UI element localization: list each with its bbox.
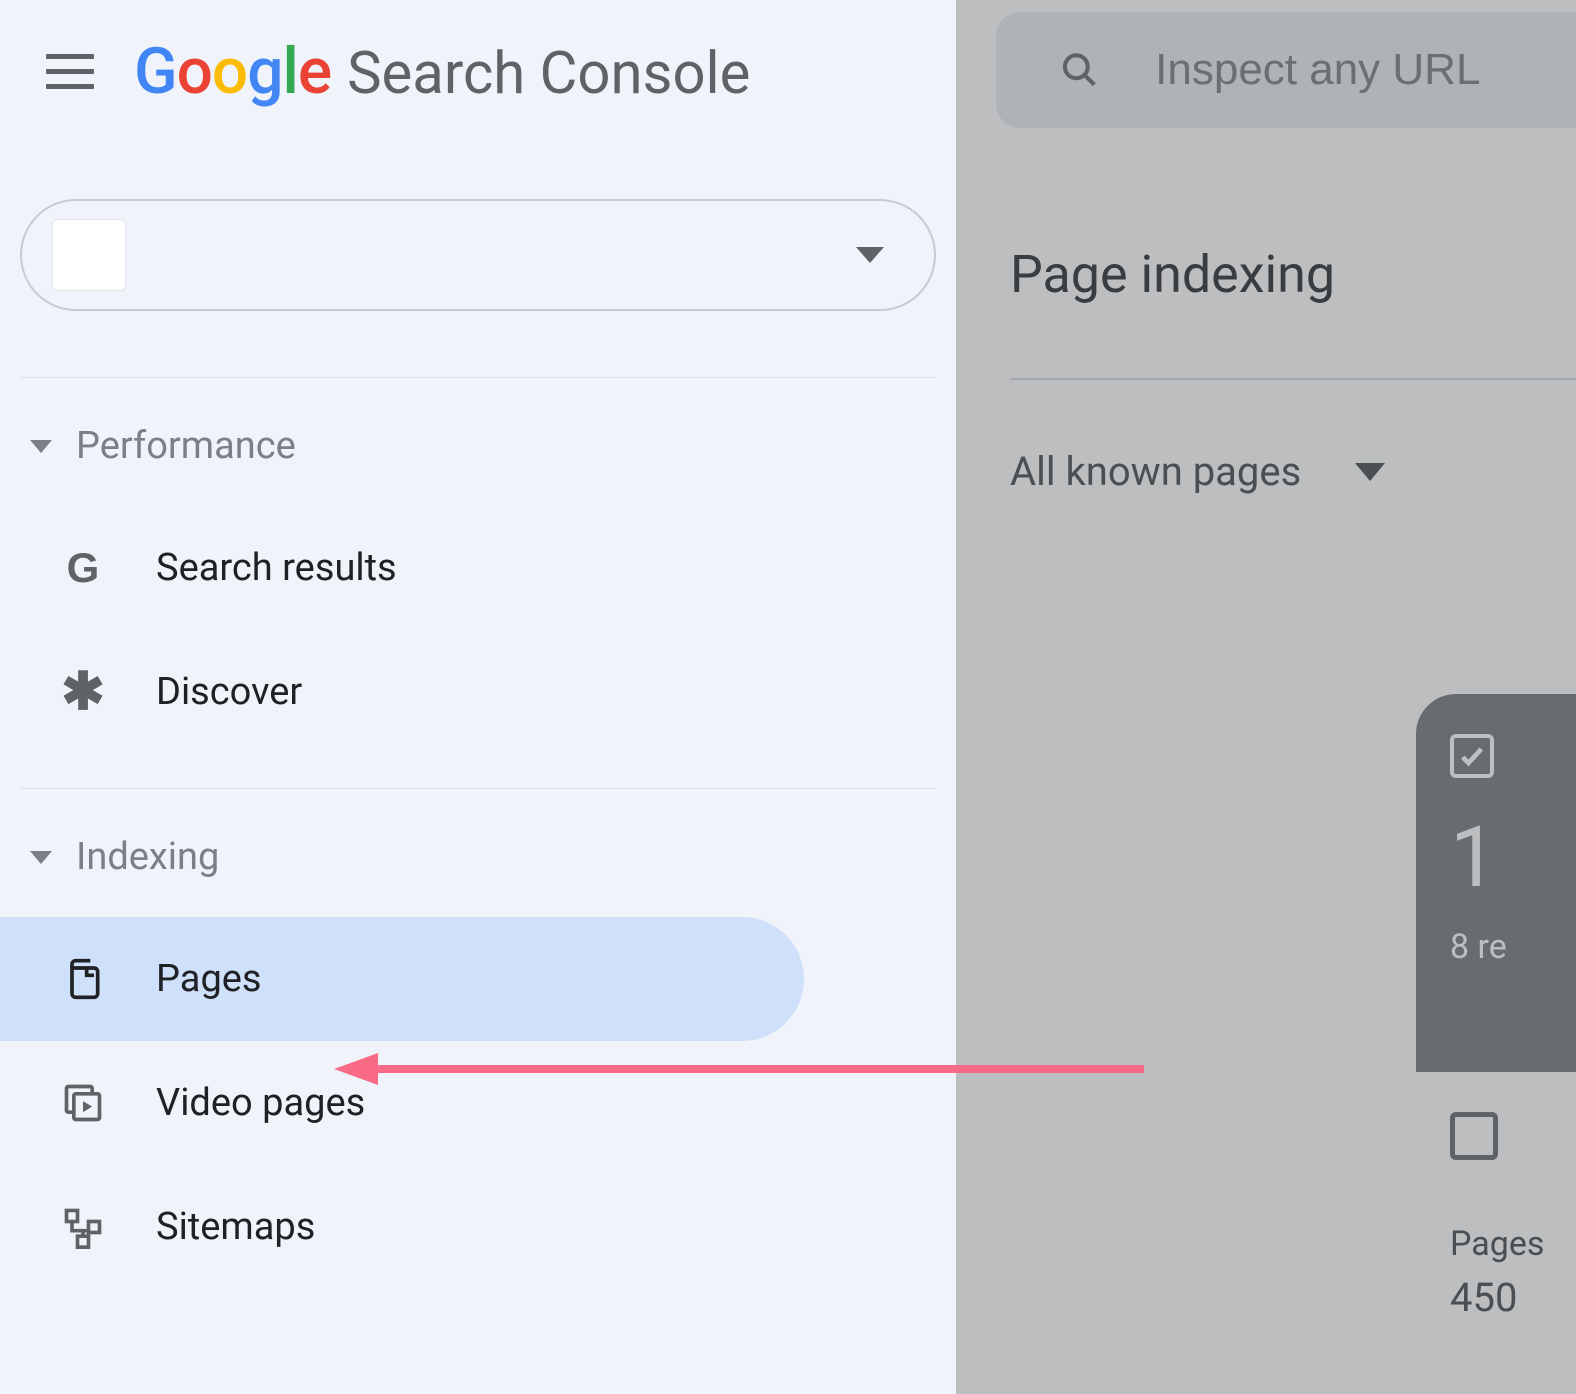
chevron-down-icon [856, 247, 884, 263]
sidebar-item-label: Video pages [156, 1081, 365, 1125]
card-subtext: 8 re [1450, 927, 1576, 967]
sidebar-item-label: Search results [156, 546, 397, 590]
sidebar-item-pages[interactable]: Pages [0, 917, 804, 1041]
sidebar-header: Google Search Console [0, 0, 956, 109]
sidebar-item-video-pages[interactable]: Video pages [0, 1041, 804, 1165]
card-value: 450 [1450, 1274, 1576, 1321]
section-label: Indexing [76, 835, 219, 879]
checkbox-checked-icon [1450, 734, 1494, 778]
app-logo[interactable]: Google Search Console [134, 34, 750, 109]
hamburger-menu-icon[interactable] [46, 54, 94, 89]
sidebar-item-sitemaps[interactable]: Sitemaps [0, 1165, 804, 1289]
asterisk-icon: ✱ [58, 676, 108, 707]
divider [1010, 378, 1576, 380]
sitemap-icon [58, 1205, 108, 1249]
sidebar: Google Search Console Performance G Sear… [0, 0, 956, 1394]
main-content: Page indexing All known pages 1 8 re Pag… [956, 0, 1576, 1394]
search-icon [1060, 46, 1099, 94]
product-name: Search Console [347, 40, 750, 108]
google-wordmark: Google [134, 34, 331, 109]
property-selector[interactable] [20, 199, 936, 311]
section-header-performance[interactable]: Performance [0, 378, 956, 468]
url-inspect-input[interactable] [1155, 45, 1576, 95]
section-label: Performance [76, 424, 296, 468]
sidebar-item-label: Discover [156, 670, 302, 714]
google-g-icon: G [58, 544, 108, 592]
card-label: Pages [1450, 1224, 1576, 1264]
filter-label: All known pages [1010, 448, 1301, 495]
sidebar-item-search-results[interactable]: G Search results [0, 506, 804, 630]
sidebar-item-label: Sitemaps [156, 1205, 315, 1249]
sidebar-item-discover[interactable]: ✱ Discover [0, 630, 804, 754]
page-title: Page indexing [1010, 244, 1335, 305]
section-header-indexing[interactable]: Indexing [0, 789, 956, 879]
url-inspect-search[interactable] [996, 12, 1576, 128]
checkbox-unchecked-icon [1450, 1112, 1498, 1160]
video-pages-icon [58, 1081, 108, 1125]
property-thumbnail [52, 219, 126, 291]
filter-all-known-pages[interactable]: All known pages [1010, 448, 1385, 495]
card-value: 1 [1450, 808, 1576, 907]
pages-icon [58, 957, 108, 1001]
summary-card-not-indexed[interactable]: 1 8 re [1416, 694, 1576, 1072]
summary-card-pages[interactable]: Pages 450 [1416, 1072, 1576, 1321]
chevron-down-icon [1355, 463, 1385, 481]
sidebar-item-label: Pages [156, 957, 262, 1001]
chevron-down-icon [30, 440, 52, 453]
chevron-down-icon [30, 851, 52, 864]
